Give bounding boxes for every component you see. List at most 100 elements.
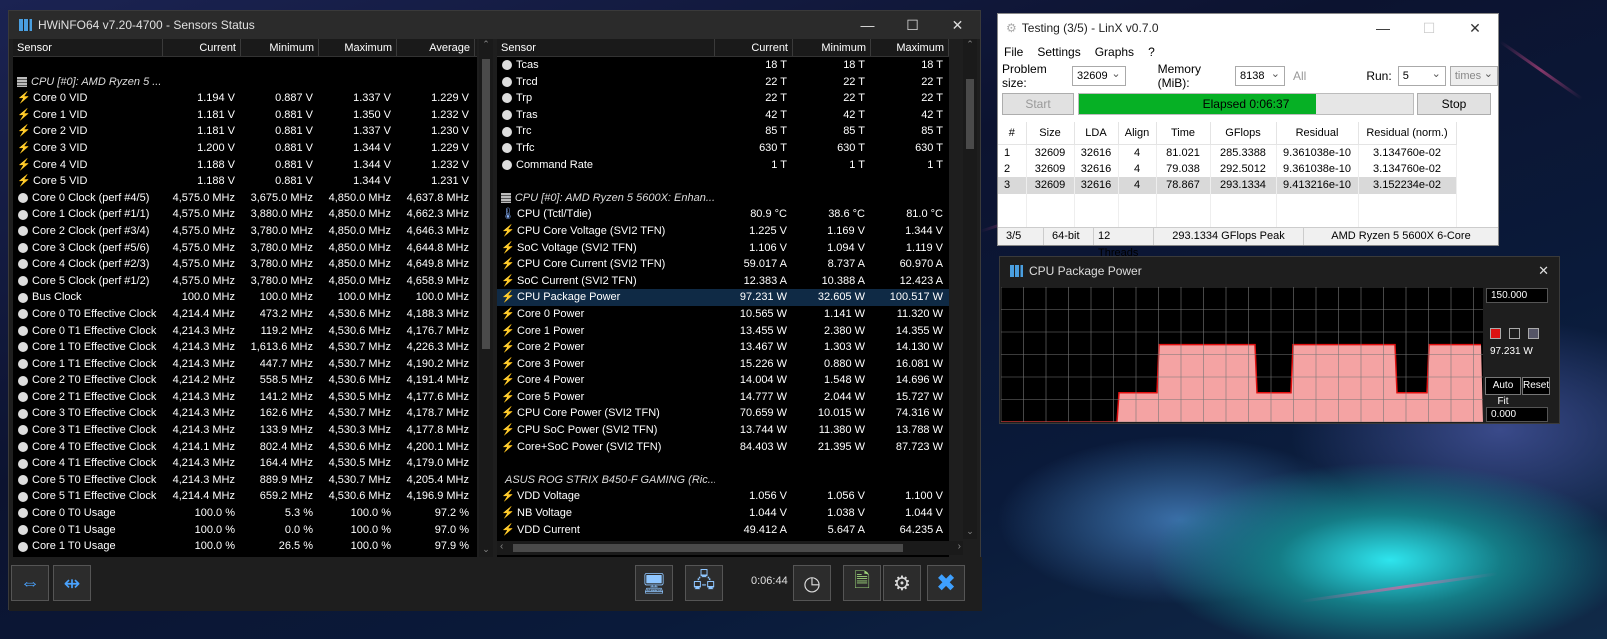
power-titlebar[interactable]: CPU Package Power ✕ [1000,257,1559,285]
sensor-row[interactable]: Trc 85 T 85 T 85 T [497,123,949,140]
sensor-row[interactable]: ⚡ CPU Core Voltage (SVI2 TFN) 1.225 V 1.169… [497,223,949,240]
sensor-list-right[interactable]: Sensor Current Minimum Maximum Tcas 18 T 18 T… [497,39,949,557]
sensor-row[interactable]: Trfc 630 T 630 T 630 T [497,140,949,157]
sensor-row[interactable]: Core 3 T0 Effective Clock 4,214.3 MHz 162.… [13,405,477,422]
right-scrollbar[interactable]: ⌃ ⌄ [963,39,977,539]
sensor-row[interactable]: Tras 42 T 42 T 42 T [497,107,949,124]
sensor-row[interactable]: ⚡ Core 1 Power 13.455 W 2.380 W 14.355 W [497,323,949,340]
sensor-row[interactable]: ⚡ Core 4 Power 14.004 W 1.548 W 14.696 W [497,372,949,389]
results-column-header[interactable]: LDA [1074,122,1119,145]
sensor-row[interactable]: ⚡ VDD Current 49.412 A 5.647 A 64.235 A [497,522,949,539]
maximize-button[interactable]: ☐ [1406,20,1452,37]
right-scroll-thumb[interactable] [966,79,974,149]
sensor-row[interactable]: ⚡ Core 2 VID 1.181 V 0.881 V 1.337 V 1.230 V [13,123,477,140]
sensor-row[interactable]: Bus Clock 100.0 MHz 100.0 MHz 100.0 MHz 100.… [13,289,477,306]
column-header-minimum[interactable]: Minimum [793,39,871,56]
linx-titlebar[interactable]: ⚙ Testing (3/5) - LinX v0.7.0 — ☐ ✕ [998,14,1498,42]
color-swatch-gray[interactable] [1528,328,1539,339]
sensor-row[interactable]: Core 0 T0 Usage 100.0 % 5.3 % 100.0 % 97.2 % [13,505,477,522]
problem-size-select[interactable]: 32609 [1072,65,1126,86]
sensor-row[interactable]: Command Rate 1 T 1 T 1 T [497,157,949,174]
results-column-header[interactable]: Residual [1276,122,1359,145]
column-header-maximum[interactable]: Maximum [319,39,397,56]
sensor-row[interactable]: Core 0 Clock (perf #4/5) 4,575.0 MHz 3,675… [13,190,477,207]
close-sensors-button[interactable]: ✖ [927,565,965,601]
sensor-row[interactable]: Core 4 T0 Effective Clock 4,214.1 MHz 802.… [13,439,477,456]
sensor-row[interactable]: ⚡ VDD Voltage 1.056 V 1.056 V 1.100 V [497,488,949,505]
reset-clock-button[interactable]: ◷ [793,565,831,601]
sensor-row[interactable]: Trp 22 T 22 T 22 T [497,90,949,107]
expand-right-button[interactable]: ⇹ [53,565,91,601]
color-swatch-red[interactable] [1490,328,1501,339]
results-column-header[interactable]: Align [1118,122,1157,145]
sensor-row[interactable]: ⚡ SoC Current (SVI2 TFN) 12.383 A 10.388 A 1… [497,273,949,290]
sensor-row[interactable]: ⚡ Core 3 Power 15.226 W 0.880 W 16.081 W [497,356,949,373]
column-header-maximum[interactable]: Maximum [871,39,949,56]
sensor-row[interactable]: Core 1 T0 Effective Clock 4,214.3 MHz 1,61… [13,339,477,356]
left-scroll-thumb[interactable] [482,59,490,349]
sensor-row[interactable]: Tcas 18 T 18 T 18 T [497,57,949,74]
sensor-row[interactable]: ⚡ Core 2 Power 13.467 W 1.303 W 14.130 W [497,339,949,356]
sensor-row[interactable]: ⚡ CPU Core Power (SVI2 TFN) 70.659 W 10.015… [497,405,949,422]
column-header-sensor[interactable]: Sensor [13,39,163,56]
network-button[interactable]: 🖧 [685,565,723,601]
run-count-select[interactable]: 5 [1397,65,1446,86]
sensor-group-row[interactable]: ASUS ROG STRIX B450-F GAMING (Ric... [497,472,949,489]
sensor-row[interactable]: Core 0 T0 Effective Clock 4,214.4 MHz 473.… [13,306,477,323]
expand-left-button[interactable]: ⇔ [11,565,49,601]
results-row[interactable]: 3 32609 32616 4 78.867 293.1334 9.413216e-10 3.… [998,177,1457,194]
column-header-average[interactable]: Average [397,39,475,56]
sensor-row[interactable]: Core 2 Clock (perf #3/4) 4,575.0 MHz 3,780… [13,223,477,240]
settings-button[interactable]: ⚙ [883,565,921,601]
column-header-sensor[interactable]: Sensor [497,39,715,56]
sensor-row[interactable]: Core 5 Clock (perf #1/2) 4,575.0 MHz 3,780… [13,273,477,290]
hwinfo-titlebar[interactable]: HWiNFO64 v7.20-4700 - Sensors Status — ☐… [9,11,980,39]
close-button[interactable]: ✕ [1452,20,1498,37]
sensor-list-left[interactable]: Sensor Current Minimum Maximum Average CPU [… [13,39,477,557]
sensor-row[interactable]: Core 5 T0 Effective Clock 4,214.3 MHz 889.… [13,472,477,489]
minimize-button[interactable]: — [845,17,890,34]
start-button[interactable]: Start [1002,93,1074,115]
results-column-header[interactable]: Size [1026,122,1075,145]
stop-button[interactable]: Stop [1417,93,1491,115]
sensor-row[interactable]: Core 4 Clock (perf #2/3) 4,575.0 MHz 3,780… [13,256,477,273]
sensor-row[interactable]: ⚡ NB Voltage 1.044 V 1.038 V 1.044 V [497,505,949,522]
menu-graphs[interactable]: Graphs [1095,45,1134,59]
sensor-row[interactable]: ⚡ CPU Package Power 97.231 W 32.605 W 100.51… [497,289,949,306]
column-header-current[interactable]: Current [715,39,793,56]
sensor-row[interactable]: ⚡ Core+SoC Power (SVI2 TFN) 84.403 W 21.395… [497,439,949,456]
results-row[interactable]: 1 32609 32616 4 81.021 285.3388 9.361038e-10 3.… [998,144,1457,161]
sensor-row[interactable]: ⚡ Core 3 VID 1.200 V 0.881 V 1.344 V 1.229 V [13,140,477,157]
sensor-row[interactable]: Core 5 T1 Effective Clock 4,214.4 MHz 659.… [13,488,477,505]
sensor-row[interactable]: Core 1 T1 Effective Clock 4,214.3 MHz 447.… [13,356,477,373]
hscroll-thumb[interactable] [513,544,903,552]
results-column-header[interactable]: # [998,122,1027,145]
report-button[interactable]: 🖥 [635,565,673,601]
sensor-group-row[interactable]: CPU [#0]: AMD Ryzen 5 ... [13,74,477,91]
results-column-header[interactable]: Residual (norm.) [1358,122,1457,145]
sensor-row[interactable]: Core 1 T0 Usage 100.0 % 26.5 % 100.0 % 97.9 … [13,538,477,555]
sensor-row[interactable]: ⚡ Core 0 VID 1.194 V 0.887 V 1.337 V 1.229 V [13,90,477,107]
menu-settings[interactable]: Settings [1037,45,1080,59]
sensor-row[interactable]: ⚡ Core 5 VID 1.188 V 0.881 V 1.344 V 1.231 V [13,173,477,190]
logging-button[interactable]: 🗎 [843,565,881,601]
sensor-row[interactable]: ⚡ SoC Voltage (SVI2 TFN) 1.106 V 1.094 V 1.1… [497,240,949,257]
left-scrollbar[interactable]: ⌃ ⌄ [479,39,493,557]
sensor-row[interactable]: ⚡ Core 4 VID 1.188 V 0.881 V 1.344 V 1.232 V [13,157,477,174]
sensor-row[interactable]: Core 2 T0 Effective Clock 4,214.2 MHz 558.… [13,372,477,389]
sensor-row[interactable]: Core 3 Clock (perf #5/6) 4,575.0 MHz 3,780… [13,240,477,257]
close-button[interactable]: ✕ [1538,263,1549,279]
sensor-row[interactable]: Core 2 T1 Effective Clock 4,214.3 MHz 141.… [13,389,477,406]
sensor-row[interactable]: Core 4 T1 Effective Clock 4,214.3 MHz 164.… [13,455,477,472]
sensor-row[interactable]: Core 0 T1 Effective Clock 4,214.3 MHz 119.… [13,323,477,340]
maximize-button[interactable]: ☐ [890,17,935,34]
sensor-row[interactable] [497,455,949,472]
sensor-row[interactable]: Trcd 22 T 22 T 22 T [497,74,949,91]
menu-file[interactable]: File [1004,45,1023,59]
sensor-row[interactable] [497,173,949,190]
sensor-row[interactable]: ⚡ Core 5 Power 14.777 W 2.044 W 15.727 W [497,389,949,406]
close-button[interactable]: ✕ [935,17,980,34]
sensor-group-row[interactable]: CPU [#0]: AMD Ryzen 5 5600X: Enhan... [497,190,949,207]
right-hscrollbar[interactable]: › ‹ [497,541,963,555]
minimize-button[interactable]: — [1360,20,1406,37]
